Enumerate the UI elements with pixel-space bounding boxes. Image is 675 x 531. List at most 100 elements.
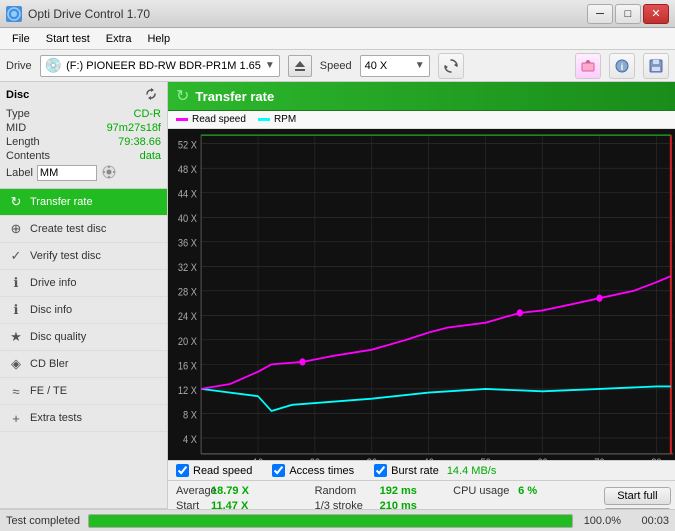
chart-legend: Read speed RPM <box>168 111 675 129</box>
legend-rpm-label: RPM <box>274 114 296 125</box>
sidebar-item-create-test-disc[interactable]: ⊕ Create test disc <box>0 216 167 243</box>
svg-text:40: 40 <box>424 457 435 460</box>
verify-test-disc-icon: ✓ <box>8 248 24 264</box>
label-input[interactable] <box>37 165 97 181</box>
info-button[interactable]: i <box>609 53 635 79</box>
speed-label: Speed <box>320 60 352 72</box>
menu-help[interactable]: Help <box>139 31 178 47</box>
average-value: 18.79 X <box>211 485 256 497</box>
svg-text:30: 30 <box>367 457 378 460</box>
cb-access-times-label: Access times <box>289 465 354 477</box>
disc-refresh-button[interactable] <box>143 86 161 104</box>
average-label: Average <box>176 485 211 497</box>
cb-read-speed-input[interactable] <box>176 464 189 477</box>
cb-burst-rate[interactable]: Burst rate 14.4 MB/s <box>374 464 496 477</box>
sidebar-item-disc-quality[interactable]: ★ Disc quality <box>0 324 167 351</box>
svg-text:8 X: 8 X <box>183 410 197 422</box>
app-icon <box>6 6 22 22</box>
label-settings-button[interactable] <box>101 164 119 182</box>
mid-label: MID <box>6 122 26 134</box>
sidebar-item-cd-bler[interactable]: ◈ CD Bler <box>0 351 167 378</box>
drive-info-icon: ℹ <box>8 275 24 291</box>
progress-percent: 100.0% <box>581 515 621 527</box>
label-label: Label <box>6 167 33 179</box>
create-test-disc-icon: ⊕ <box>8 221 24 237</box>
save-button[interactable] <box>643 53 669 79</box>
menu-file[interactable]: File <box>4 31 38 47</box>
svg-text:50: 50 <box>480 457 491 460</box>
cpu-label: CPU usage <box>453 485 518 497</box>
svg-text:36 X: 36 X <box>178 238 197 250</box>
chart-container: 52 X 48 X 44 X 40 X 36 X 32 X 28 X 24 X … <box>168 129 675 460</box>
drive-eject-button[interactable] <box>288 55 312 77</box>
cb-burst-rate-label: Burst rate <box>391 465 439 477</box>
sidebar-item-fe-te-label: FE / TE <box>30 385 67 397</box>
cb-read-speed[interactable]: Read speed <box>176 464 252 477</box>
cb-access-times-input[interactable] <box>272 464 285 477</box>
sidebar-item-extra-tests-label: Extra tests <box>30 412 82 424</box>
sidebar-item-drive-info[interactable]: ℹ Drive info <box>0 270 167 297</box>
sidebar-item-create-test-disc-label: Create test disc <box>30 223 106 235</box>
cb-access-times[interactable]: Access times <box>272 464 354 477</box>
chart-svg: 52 X 48 X 44 X 40 X 36 X 32 X 28 X 24 X … <box>168 129 675 460</box>
sidebar-item-fe-te[interactable]: ≈ FE / TE <box>0 378 167 405</box>
sidebar-item-disc-info[interactable]: ℹ Disc info <box>0 297 167 324</box>
fe-te-icon: ≈ <box>8 383 24 399</box>
cpu-value: 6 % <box>518 485 543 497</box>
chart-header-icon: ↻ <box>176 86 189 106</box>
sidebar: Disc Type CD-R MID 97m27s18f Length 79:3… <box>0 82 168 531</box>
chart-header: ↻ Transfer rate <box>168 82 675 111</box>
sidebar-item-disc-quality-label: Disc quality <box>30 331 86 343</box>
main-content: Disc Type CD-R MID 97m27s18f Length 79:3… <box>0 82 675 531</box>
svg-text:i: i <box>621 62 624 72</box>
nav-items: ↻ Transfer rate ⊕ Create test disc ✓ Ver… <box>0 189 167 508</box>
legend-read-speed-label: Read speed <box>192 114 246 125</box>
sidebar-item-extra-tests[interactable]: + Extra tests <box>0 405 167 432</box>
minimize-button[interactable]: ─ <box>587 4 613 24</box>
speed-select[interactable]: 40 X ▼ <box>360 55 430 77</box>
drive-disc-icon: 💿 <box>45 57 62 74</box>
disc-quality-icon: ★ <box>8 329 24 345</box>
length-value: 79:38.66 <box>118 136 161 148</box>
sidebar-item-transfer-rate[interactable]: ↻ Transfer rate <box>0 189 167 216</box>
svg-text:60: 60 <box>537 457 548 460</box>
sidebar-item-disc-info-label: Disc info <box>30 304 72 316</box>
random-label: Random <box>315 485 380 497</box>
progress-bar-fill <box>89 515 572 527</box>
menu-extra[interactable]: Extra <box>98 31 140 47</box>
svg-text:44 X: 44 X <box>178 189 197 201</box>
chart-header-title: Transfer rate <box>195 89 274 104</box>
length-label: Length <box>6 136 40 148</box>
svg-text:40 X: 40 X <box>178 214 197 226</box>
contents-label: Contents <box>6 150 50 162</box>
type-label: Type <box>6 108 30 120</box>
maximize-button[interactable]: □ <box>615 4 641 24</box>
svg-text:52 X: 52 X <box>178 140 197 152</box>
disc-title: Disc <box>6 89 29 101</box>
speed-text: 40 X <box>365 60 411 72</box>
chart-area: ↻ Transfer rate Read speed RPM 52 X 48 X… <box>168 82 675 531</box>
cb-burst-rate-input[interactable] <box>374 464 387 477</box>
erase-button[interactable] <box>575 53 601 79</box>
random-value: 192 ms <box>380 485 420 497</box>
menu-start-test[interactable]: Start test <box>38 31 98 47</box>
legend-rpm: RPM <box>258 114 296 125</box>
burst-rate-value: 14.4 MB/s <box>447 465 497 477</box>
disc-panel: Disc Type CD-R MID 97m27s18f Length 79:3… <box>0 82 167 189</box>
legend-read-speed-color <box>176 118 188 121</box>
transfer-rate-icon: ↻ <box>8 194 24 210</box>
cd-bler-icon: ◈ <box>8 356 24 372</box>
drive-select[interactable]: 💿 (F:) PIONEER BD-RW BDR-PR1M 1.65 ▼ <box>40 55 280 77</box>
close-button[interactable]: ✕ <box>643 4 669 24</box>
start-full-button[interactable]: Start full <box>604 487 671 505</box>
sidebar-item-verify-test-disc[interactable]: ✓ Verify test disc <box>0 243 167 270</box>
svg-text:10: 10 <box>253 457 264 460</box>
speed-dropdown-icon: ▼ <box>415 60 425 71</box>
svg-text:80: 80 <box>651 457 662 460</box>
drive-bar: Drive 💿 (F:) PIONEER BD-RW BDR-PR1M 1.65… <box>0 50 675 82</box>
svg-text:4 X: 4 X <box>183 434 197 446</box>
refresh-button[interactable] <box>438 53 464 79</box>
menu-bar: File Start test Extra Help <box>0 28 675 50</box>
svg-text:28 X: 28 X <box>178 287 197 299</box>
svg-text:20 X: 20 X <box>178 336 197 348</box>
